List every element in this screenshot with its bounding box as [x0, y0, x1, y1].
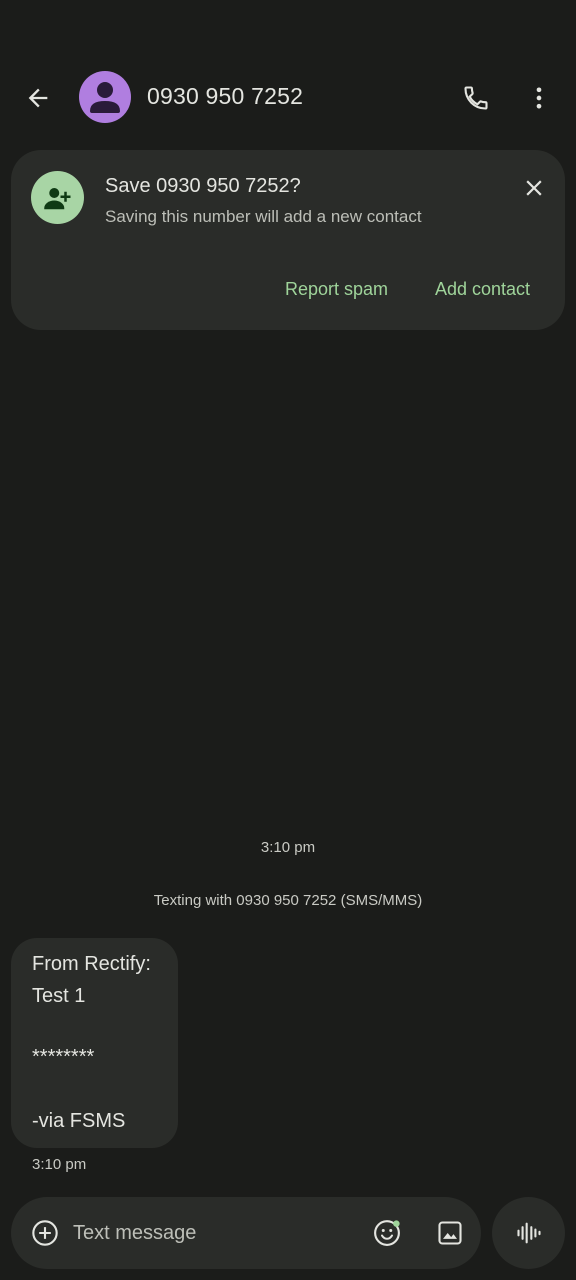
emoji-icon: [374, 1220, 400, 1246]
attach-button[interactable]: [25, 1213, 65, 1253]
message-line: ********: [32, 1046, 95, 1068]
close-icon: [526, 180, 542, 196]
conversation-app-bar: 0930 950 7252: [0, 60, 576, 136]
save-card-subtitle: Saving this number will add a new contac…: [105, 207, 422, 226]
call-button[interactable]: [456, 78, 496, 118]
more-options-button[interactable]: [519, 78, 559, 118]
save-contact-card: Save 0930 950 7252? Saving this number w…: [11, 150, 565, 330]
arrow-back-icon: [28, 88, 48, 108]
text-message-input[interactable]: [73, 1215, 353, 1251]
back-button[interactable]: [18, 78, 58, 118]
emoji-button[interactable]: [367, 1213, 407, 1253]
person-add-icon: [43, 187, 70, 209]
date-timestamp: 3:10 pm: [260, 839, 316, 856]
incoming-message-bubble[interactable]: From Rectify: Test 1 ******** -via FSMS: [11, 938, 178, 1148]
gallery-icon: [438, 1221, 462, 1245]
add-circle-icon: [32, 1220, 58, 1246]
dismiss-card-button[interactable]: [516, 170, 552, 206]
voice-message-button[interactable]: [492, 1197, 565, 1269]
gallery-button[interactable]: [430, 1213, 470, 1253]
person-add-badge: [31, 171, 84, 224]
voice-waveform-icon: [516, 1222, 541, 1244]
add-contact-button[interactable]: Add contact: [435, 279, 530, 300]
message-timestamp: 3:10 pm: [32, 1156, 87, 1173]
phone-icon: [464, 86, 488, 110]
messages-screen: 0930 950 7252 Save 0930 950 7252? Saving…: [0, 0, 576, 1280]
avatar[interactable]: [79, 71, 131, 123]
person-icon: [90, 82, 120, 113]
more-vert-icon: [536, 87, 542, 109]
texting-with-label: Texting with 0930 950 7252 (SMS/MMS): [153, 892, 423, 909]
report-spam-button[interactable]: Report spam: [285, 279, 388, 300]
message-line: Test 1: [32, 985, 86, 1007]
save-card-title: Save 0930 950 7252?: [105, 175, 301, 197]
message-composer: [11, 1197, 481, 1269]
contact-name[interactable]: 0930 950 7252: [147, 83, 303, 110]
message-line: -via FSMS: [32, 1110, 126, 1132]
message-line: From Rectify:: [32, 953, 151, 975]
